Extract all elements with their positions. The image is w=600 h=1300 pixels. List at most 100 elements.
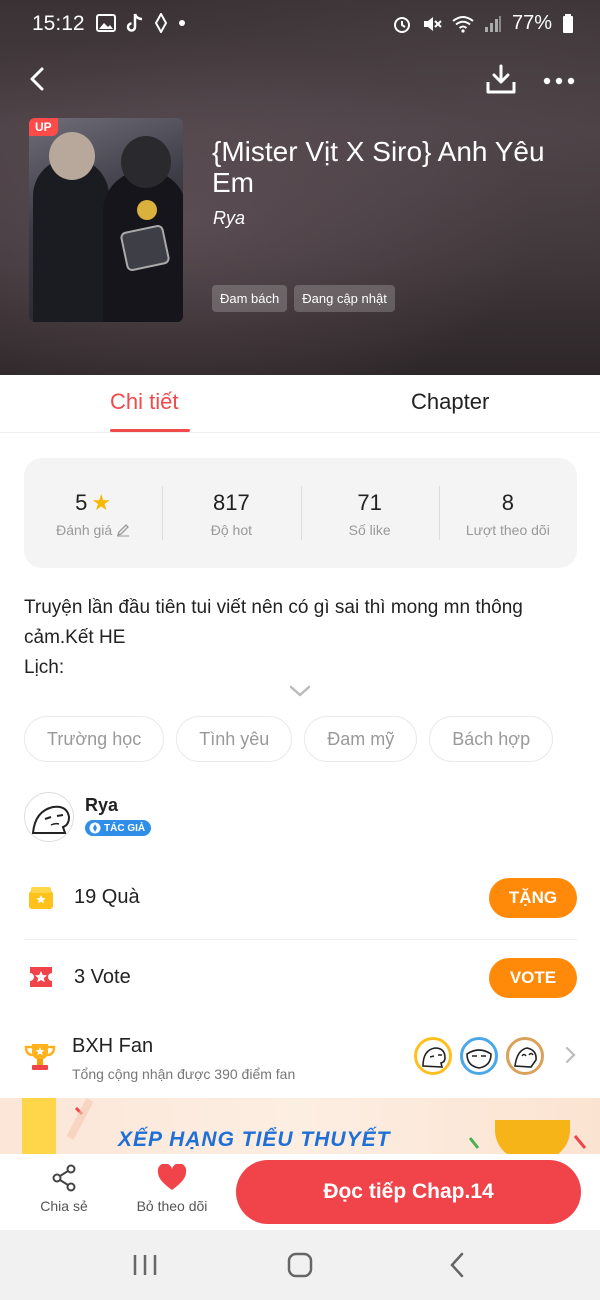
vote-button[interactable]: VOTE — [489, 958, 577, 998]
trophy-cup-graphic — [495, 1120, 570, 1154]
system-navigation-bar — [0, 1230, 600, 1300]
system-back-button[interactable] — [440, 1250, 476, 1280]
tag-love[interactable]: Tình yêu — [176, 716, 293, 762]
book-description: Truyện lần đầu tiên tui viết nên có gì s… — [24, 597, 523, 678]
genre-tag: Đam bách — [212, 285, 288, 312]
stat-followers: 8 Lượt theo dõi — [438, 458, 577, 568]
status-system-icons: 77% — [392, 12, 574, 35]
battery-icon — [563, 13, 573, 33]
star-icon: ★ — [91, 490, 112, 515]
stat-likes: 71 Số like — [300, 458, 439, 568]
followers-label: Lượt theo dõi — [465, 522, 550, 538]
top-fan-avatars — [414, 1037, 544, 1075]
stats-panel: 5 ★ Đánh giá 817 Độ hot 71 Số like 8 Lượt… — [24, 458, 577, 568]
rating-value: 5 — [75, 490, 88, 515]
chevron-right-icon — [565, 1046, 576, 1064]
home-button[interactable] — [282, 1250, 318, 1280]
author-badge: TÁC GIẢ — [85, 820, 152, 836]
author-profile[interactable]: Rya TÁC GIẢ — [24, 792, 574, 842]
share-label: Chia sẻ — [40, 1198, 88, 1214]
more-dots-icon — [543, 77, 575, 85]
book-author[interactable]: Rya — [213, 208, 245, 229]
hot-value: 817 — [213, 490, 250, 515]
signal-icon — [484, 15, 501, 32]
stat-rating[interactable]: 5 ★ Đánh giá — [24, 458, 162, 568]
tag-gl[interactable]: Bách hợp — [429, 716, 554, 762]
continue-reading-button[interactable]: Đọc tiếp Chap.14 — [236, 1160, 581, 1224]
banner-title: XẾP HẠNG TIỂU THUYẾT — [118, 1128, 391, 1151]
app-icon — [154, 13, 168, 33]
stat-hot: 817 Độ hot — [162, 458, 300, 568]
author-name: Rya — [85, 795, 119, 815]
wifi-icon — [452, 15, 474, 33]
edit-pencil-icon — [117, 524, 130, 537]
unfollow-label: Bỏ theo dõi — [136, 1198, 208, 1214]
status-tag: Đang cập nhật — [294, 285, 395, 312]
fan-avatar-gold — [414, 1037, 452, 1075]
genre-tags: Đam bách Đang cập nhật — [212, 285, 395, 312]
fan-face-icon — [422, 1047, 446, 1068]
chevron-down-icon — [289, 685, 311, 697]
gift-count: 19 Quà — [74, 886, 140, 908]
dot-icon — [179, 20, 185, 26]
gift-icon — [29, 887, 53, 909]
novel-ranking-banner[interactable]: XẾP HẠNG TIỂU THUYẾT — [0, 1098, 600, 1154]
tag-school[interactable]: Trường học — [24, 716, 165, 762]
vote-ticket-icon — [30, 967, 52, 987]
home-icon — [287, 1252, 313, 1278]
fan-avatar-silver — [460, 1037, 498, 1075]
system-back-icon — [450, 1252, 464, 1278]
update-badge: UP — [29, 118, 58, 136]
bottom-action-bar: Chia sẻ Bỏ theo dõi Đọc tiếp Chap.14 — [0, 1154, 600, 1230]
share-button[interactable]: Chia sẻ — [40, 1164, 88, 1214]
book-header: 15:12 77% UP {Mister Vịt X Siro} Anh Yêu… — [0, 0, 600, 375]
tag-bl[interactable]: Đam mỹ — [304, 716, 418, 762]
mute-icon — [423, 16, 442, 31]
back-button[interactable] — [22, 62, 58, 98]
topic-tags: Trường học Tình yêu Đam mỹ Bách hợp — [24, 716, 554, 762]
recent-apps-button[interactable] — [122, 1250, 168, 1280]
fan-ranking-subtitle: Tổng cộng nhận được 390 điểm fan — [72, 1066, 296, 1082]
hot-label: Độ hot — [210, 522, 252, 538]
tab-bar: Chi tiết Chapter — [0, 375, 600, 433]
more-options-button[interactable] — [542, 66, 576, 96]
likes-label: Số like — [348, 522, 391, 538]
book-cover-image — [29, 118, 183, 322]
tiktok-icon — [126, 13, 143, 32]
gift-row: 19 Quà TẶNG — [24, 860, 577, 938]
author-avatar — [24, 792, 74, 842]
battery-percent: 77% — [511, 12, 552, 34]
avatar-image — [31, 805, 71, 834]
gallery-icon — [96, 14, 116, 32]
vote-row: 3 Vote VOTE — [24, 939, 577, 1017]
trophy-icon — [24, 1044, 56, 1070]
tab-details[interactable]: Chi tiết — [110, 389, 178, 415]
fan-ranking-title: BXH Fan — [72, 1035, 154, 1057]
share-icon — [52, 1164, 76, 1192]
fan-face-icon — [466, 1049, 492, 1069]
rating-label: Đánh giá — [56, 522, 113, 538]
recent-apps-icon — [133, 1255, 157, 1275]
status-bar: 15:12 77% — [0, 0, 600, 48]
gift-button[interactable]: TẶNG — [489, 878, 577, 918]
download-button[interactable] — [484, 62, 518, 96]
fan-ranking-row[interactable]: BXH Fan Tổng cộng nhận được 390 điểm fan — [24, 1020, 577, 1095]
book-title: {Mister Vịt X Siro} Anh Yêu Em — [212, 136, 545, 198]
followers-value: 8 — [501, 490, 514, 515]
back-arrow-icon — [30, 67, 44, 91]
active-tab-indicator — [110, 429, 190, 432]
alarm-icon — [393, 16, 410, 33]
status-notification-icons — [96, 13, 186, 33]
status-time: 15:12 — [32, 12, 85, 35]
author-verified-icon — [89, 822, 101, 834]
fan-face-icon — [514, 1047, 537, 1068]
heart-icon — [157, 1164, 187, 1190]
unfollow-button[interactable]: Bỏ theo dõi — [132, 1164, 212, 1214]
download-icon — [486, 64, 516, 94]
vote-count: 3 Vote — [74, 966, 131, 988]
likes-value: 71 — [357, 490, 382, 515]
fan-avatar-bronze — [506, 1037, 544, 1075]
author-badge-label: TÁC GIẢ — [104, 822, 146, 834]
expand-description-button[interactable] — [288, 684, 312, 698]
tab-chapter[interactable]: Chapter — [411, 389, 489, 415]
